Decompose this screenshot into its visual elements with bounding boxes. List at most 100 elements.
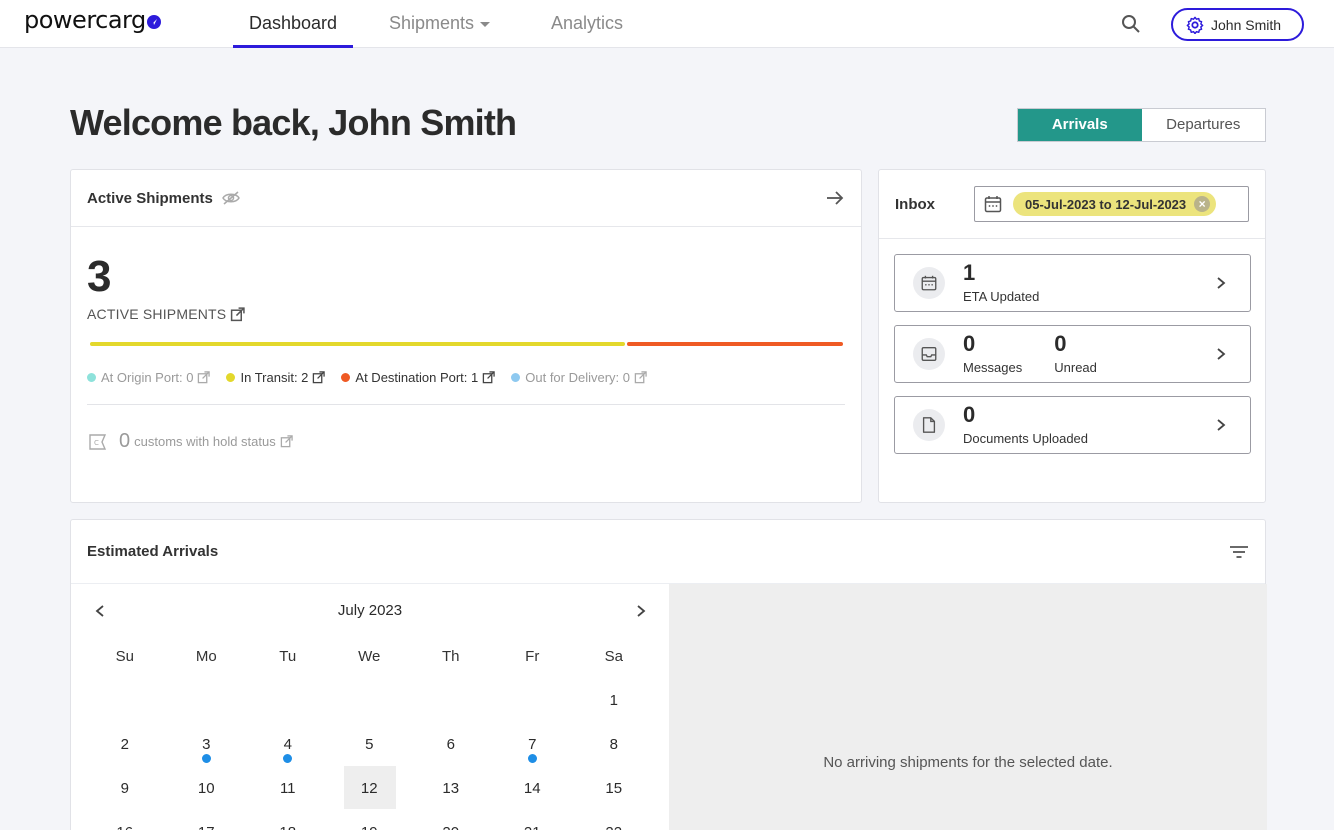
weekday-label: Su xyxy=(115,647,134,665)
calendar-day-number: 17 xyxy=(198,824,215,830)
external-link-icon xyxy=(482,371,495,384)
customs-label: customs with hold status xyxy=(134,434,276,449)
eta-updated-row[interactable]: 1 ETA Updated xyxy=(894,254,1251,312)
documents-label: Documents Uploaded xyxy=(963,431,1089,446)
calendar-day-number: 9 xyxy=(120,779,129,797)
chevron-right-icon[interactable] xyxy=(634,602,648,620)
unread-stat: 0 Unread xyxy=(1054,333,1097,376)
inbox-header: Inbox 05-Jul-2023 to 12-Jul-2023 × xyxy=(879,170,1265,239)
calendar-icon xyxy=(984,196,1002,213)
weekday-label: Sa xyxy=(604,647,623,665)
external-link-icon xyxy=(634,371,647,384)
calendar-day[interactable]: 1 xyxy=(573,678,655,722)
empty-state-message: No arriving shipments for the selected d… xyxy=(823,754,1113,771)
date-range-field[interactable]: 05-Jul-2023 to 12-Jul-2023 × xyxy=(974,186,1249,222)
calendar-day[interactable]: 18 xyxy=(247,810,329,830)
departures-toggle-button[interactable]: Departures xyxy=(1142,109,1266,141)
calendar-day[interactable]: 3 xyxy=(166,722,248,766)
calendar-day[interactable]: 15 xyxy=(573,766,655,810)
status-legend: At Origin Port: 0 In Transit: 2 At Desti… xyxy=(87,370,663,385)
calendar-day-number: 11 xyxy=(279,779,296,797)
arrivals-detail-pane: No arriving shipments for the selected d… xyxy=(669,584,1267,830)
filter-icon[interactable] xyxy=(1229,544,1249,560)
unread-label: Unread xyxy=(1054,360,1097,375)
calendar-day-number: 20 xyxy=(442,824,459,830)
weekday-label: We xyxy=(358,647,381,665)
calendar-day[interactable]: 20 xyxy=(410,810,492,830)
calendar-day[interactable]: 22 xyxy=(573,810,655,830)
documents-row[interactable]: 0 Documents Uploaded xyxy=(894,396,1251,454)
legend-in-transit[interactable]: In Transit: 2 xyxy=(226,370,326,385)
active-shipments-title: Active Shipments xyxy=(87,189,213,207)
legend-at-origin[interactable]: At Origin Port: 0 xyxy=(87,370,211,385)
document-icon xyxy=(913,409,945,441)
active-shipments-link[interactable]: ACTIVE SHIPMENTS xyxy=(87,306,246,322)
calendar-day[interactable]: 4 xyxy=(247,722,329,766)
active-shipments-count: 3 xyxy=(87,252,112,301)
calendar-day[interactable]: 21 xyxy=(492,810,574,830)
calendar-day[interactable]: 6 xyxy=(410,722,492,766)
calendar-day[interactable]: 16 xyxy=(84,810,166,830)
calendar-day[interactable]: 14 xyxy=(492,766,574,810)
messages-row[interactable]: 0 Messages 0 Unread xyxy=(894,325,1251,383)
calendar-day[interactable]: 12 xyxy=(329,766,411,810)
powercargo-logo[interactable]: powercarg xyxy=(24,6,161,34)
calendar-empty-cell xyxy=(84,678,166,722)
tab-shipments[interactable]: Shipments xyxy=(377,0,502,48)
inbox-tray-icon xyxy=(913,338,945,370)
calendar-day[interactable]: 9 xyxy=(84,766,166,810)
arrival-event-dot xyxy=(527,754,537,763)
calendar-empty-cell xyxy=(329,678,411,722)
calendar-day[interactable]: 5 xyxy=(329,722,411,766)
legend-out-for-delivery[interactable]: Out for Delivery: 0 xyxy=(511,370,647,385)
search-button[interactable] xyxy=(1120,13,1142,35)
calendar-icon xyxy=(913,267,945,299)
tab-analytics[interactable]: Analytics xyxy=(539,0,635,48)
legend-at-destination[interactable]: At Destination Port: 1 xyxy=(341,370,495,385)
legend-dot xyxy=(226,373,236,382)
calendar-day[interactable]: 10 xyxy=(166,766,248,810)
date-range-chip: 05-Jul-2023 to 12-Jul-2023 × xyxy=(1013,192,1217,216)
eye-off-icon[interactable] xyxy=(221,190,241,206)
calendar-day[interactable]: 13 xyxy=(410,766,492,810)
calendar-day-number: 18 xyxy=(279,824,296,830)
calendar-day[interactable]: 7 xyxy=(492,722,574,766)
active-shipments-label: ACTIVE SHIPMENTS xyxy=(87,306,227,322)
calendar-day[interactable]: 11 xyxy=(247,766,329,810)
customs-hold-link[interactable]: C 0 customs with hold status xyxy=(87,430,293,453)
calendar-day-number: 2 xyxy=(120,735,129,753)
clear-date-icon[interactable]: × xyxy=(1194,196,1211,212)
calendar-day[interactable]: 19 xyxy=(329,810,411,830)
messages-stat: 0 Messages xyxy=(963,333,1023,376)
weekday-label: Th xyxy=(441,647,460,665)
messages-label: Messages xyxy=(963,360,1023,375)
legend-label: Out for Delivery: 0 xyxy=(525,370,631,385)
eta-updated-stat: 1 ETA Updated xyxy=(963,262,1040,305)
eta-updated-label: ETA Updated xyxy=(963,289,1040,304)
calendar-day-number: 3 xyxy=(202,735,211,753)
active-shipments-card: Active Shipments 3 ACTIVE SHIPMENTS At O… xyxy=(70,169,862,503)
calendar-day-number: 22 xyxy=(605,824,622,830)
logo-text: powercarg xyxy=(24,6,146,34)
calendar-day-number: 8 xyxy=(609,735,618,753)
calendar-grid: Su Mo Tu We Th Fr Sa 1 2 3 4 5 6 7 8 9 10 11 12 13 14… xyxy=(84,634,655,830)
calendar-day-number: 4 xyxy=(283,735,292,753)
calendar-day[interactable]: 8 xyxy=(573,722,655,766)
external-link-icon xyxy=(313,371,326,384)
calendar-empty-cell xyxy=(166,678,248,722)
tab-dashboard[interactable]: Dashboard xyxy=(233,0,353,48)
arrow-right-icon[interactable] xyxy=(825,189,845,207)
user-menu-button[interactable]: John Smith xyxy=(1171,8,1304,41)
legend-dot xyxy=(511,373,521,382)
arrivals-toggle-button[interactable]: Arrivals xyxy=(1018,109,1142,141)
calendar-empty-cell xyxy=(492,678,574,722)
calendar-week-row: 1 xyxy=(84,678,655,722)
calendar-day[interactable]: 17 xyxy=(166,810,248,830)
external-link-icon xyxy=(280,435,293,448)
calendar-month-title: July 2023 xyxy=(337,602,403,619)
calendar-week-row: 2 3 4 5 6 7 8 xyxy=(84,722,655,766)
documents-stat: 0 Documents Uploaded xyxy=(963,404,1089,447)
calendar-day-number: 12 xyxy=(360,779,378,797)
calendar-day[interactable]: 2 xyxy=(84,722,166,766)
external-link-icon xyxy=(198,371,211,384)
